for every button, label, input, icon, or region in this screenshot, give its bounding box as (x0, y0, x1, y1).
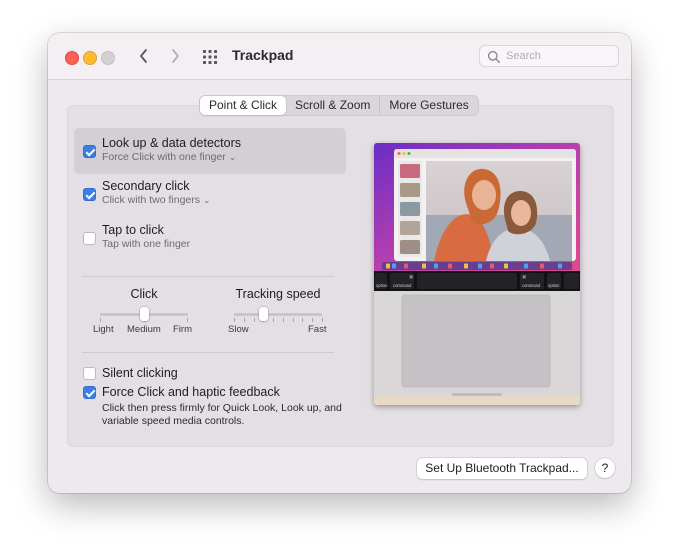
show-all-button[interactable] (202, 49, 218, 65)
click-mid-label: Medium (127, 324, 161, 335)
forward-button[interactable] (165, 45, 185, 67)
tracking-speed-track[interactable] (234, 313, 322, 316)
search-input[interactable]: Search (479, 45, 619, 67)
force-click-checkbox[interactable] (83, 386, 96, 399)
help-button[interactable]: ? (595, 458, 615, 478)
option-key-left: option (376, 283, 388, 288)
lookup-title: Look up & data detectors (102, 136, 241, 150)
command-key-left: command (393, 283, 412, 288)
tick (292, 318, 294, 322)
chevron-left-icon (140, 49, 147, 63)
tab-bar: Point & Click Scroll & Zoom More Gesture… (199, 95, 479, 116)
chevron-down-icon: ⌄ (228, 152, 237, 162)
tick (243, 318, 245, 322)
tick (302, 318, 304, 322)
tick (253, 318, 255, 322)
grid-icon (203, 50, 217, 64)
force-click-title: Force Click and haptic feedback (102, 385, 280, 399)
secondary-click-title: Secondary click (102, 179, 190, 193)
tracking-speed-knob[interactable] (258, 307, 268, 321)
preview-illustration: option ⌘ command ⌘ command option (374, 143, 580, 405)
option-key-right: option (548, 283, 560, 288)
tick (322, 318, 323, 322)
setup-bluetooth-trackpad-button[interactable]: Set Up Bluetooth Trackpad... (417, 458, 587, 479)
tick (234, 318, 235, 322)
click-slider-title: Click (130, 287, 158, 301)
search-icon (487, 50, 501, 64)
chevron-right-icon (172, 49, 179, 63)
cmd-symbol-right: ⌘ (522, 275, 527, 281)
tab-more-gestures[interactable]: More Gestures (379, 96, 477, 115)
tick (312, 318, 314, 322)
tab-point-and-click[interactable]: Point & Click (200, 96, 287, 115)
lookup-gesture-dropdown[interactable]: Force Click with one finger ⌄ (102, 151, 236, 163)
click-min-label: Light (93, 324, 114, 335)
lookup-sub: Force Click with one finger (102, 151, 226, 163)
tap-to-click-sub: Tap with one finger (102, 238, 191, 250)
minimize-button[interactable] (83, 51, 97, 65)
force-click-description: Click then press firmly for Quick Look, … (102, 402, 342, 427)
window-title: Trackpad (232, 47, 294, 63)
divider (82, 276, 334, 277)
tap-to-click-checkbox[interactable] (83, 232, 96, 245)
tick (282, 318, 284, 322)
lookup-checkbox[interactable] (83, 145, 96, 158)
tab-scroll-and-zoom[interactable]: Scroll & Zoom (286, 96, 379, 115)
click-slider-knob[interactable] (139, 307, 149, 321)
tracking-max-label: Fast (308, 324, 327, 335)
tick (100, 318, 101, 322)
command-key-right: command (522, 283, 541, 288)
divider (82, 352, 334, 353)
tap-to-click-title: Tap to click (102, 223, 164, 237)
silent-clicking-title: Silent clicking (102, 366, 178, 380)
chevron-down-icon: ⌄ (203, 195, 211, 205)
tracking-speed-title: Tracking speed (235, 287, 321, 301)
back-button[interactable] (134, 45, 154, 67)
close-button[interactable] (65, 51, 79, 65)
secondary-click-dropdown[interactable]: Click with two fingers ⌄ (102, 194, 211, 206)
click-max-label: Firm (173, 324, 192, 335)
gesture-preview-video: option ⌘ command ⌘ command option (374, 143, 580, 405)
tick (187, 318, 188, 322)
titlebar: Trackpad Search (48, 33, 631, 80)
search-placeholder: Search (506, 50, 541, 62)
cmd-symbol-left: ⌘ (409, 275, 414, 281)
tick (273, 318, 275, 322)
secondary-click-sub: Click with two fingers (102, 194, 201, 206)
tracking-min-label: Slow (228, 324, 249, 335)
silent-clicking-checkbox[interactable] (83, 367, 96, 380)
secondary-click-checkbox[interactable] (83, 188, 96, 201)
preferences-window: Trackpad Search Point & Click Scroll & Z… (48, 33, 631, 493)
zoom-button[interactable] (101, 51, 115, 65)
